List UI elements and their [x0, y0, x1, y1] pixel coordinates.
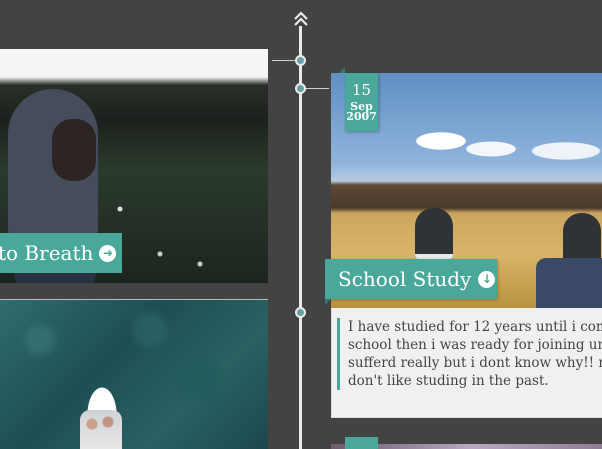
- timeline-node-left-1[interactable]: [295, 55, 306, 66]
- description-line: school then i was ready for joining uni: [348, 337, 602, 353]
- card-image-boat: [80, 410, 122, 449]
- description-line: sufferd really but i dont know why!! m: [348, 355, 602, 371]
- card-title-right-1[interactable]: School Study ↓: [325, 259, 497, 305]
- timeline-card-left-2[interactable]: [0, 299, 268, 449]
- date-badge: 15 Sep 2007: [339, 67, 378, 131]
- timeline-node-right-1[interactable]: [295, 83, 306, 94]
- card-description: I have studied for 12 years until i comp…: [337, 318, 602, 390]
- arrow-down-circle-icon: ↓: [478, 270, 496, 288]
- card-title-text: to Breath: [0, 241, 94, 265]
- description-line: don't like studing in the past.: [348, 373, 549, 389]
- date-badge-2: [345, 437, 378, 449]
- arrow-right-circle-icon: ➜: [99, 244, 117, 262]
- date-day: 15: [351, 81, 372, 99]
- card-title-text: School Study: [338, 267, 472, 291]
- double-chevron-up-icon: [294, 11, 308, 26]
- description-line: I have studied for 12 years until i comp: [348, 319, 602, 335]
- scroll-up-button[interactable]: [291, 10, 311, 28]
- connector-right-1: [305, 88, 329, 89]
- connector-left-1: [272, 60, 296, 61]
- card-title-left-1[interactable]: to Breath ➜: [0, 233, 122, 273]
- date-year: 2007: [346, 110, 377, 123]
- timeline-node-left-2[interactable]: [295, 307, 306, 318]
